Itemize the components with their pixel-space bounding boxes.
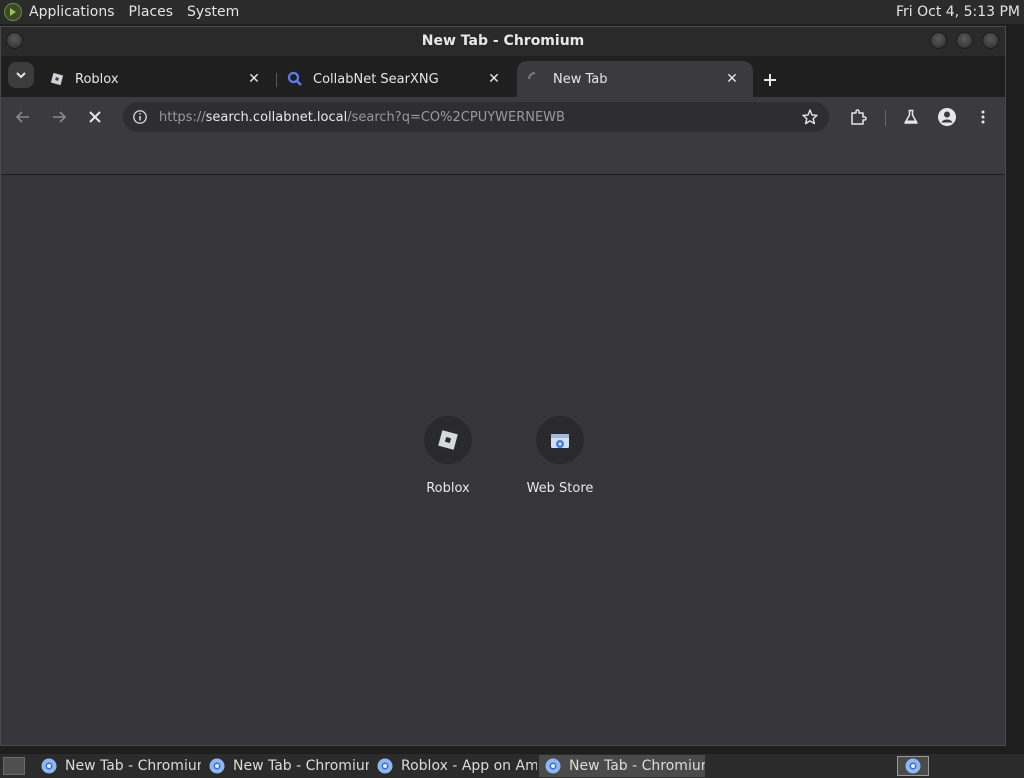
new-tab-page: Roblox Web Store	[1, 176, 1005, 745]
chromium-icon	[41, 758, 57, 774]
url-scheme: https://	[159, 109, 206, 125]
minimize-button[interactable]	[930, 32, 947, 49]
close-icon	[89, 111, 101, 123]
taskbar: New Tab - Chromium New Tab - Chromium Ro…	[0, 754, 1024, 778]
show-desktop-button[interactable]	[3, 757, 25, 775]
puzzle-icon	[851, 109, 867, 125]
toolbar-divider	[885, 110, 886, 126]
window-titlebar[interactable]: New Tab - Chromium	[1, 27, 1005, 56]
maximize-button[interactable]	[956, 32, 973, 49]
places-menu[interactable]: Places	[122, 0, 181, 24]
arrow-right-icon	[53, 111, 67, 123]
close-tab-icon[interactable]: ✕	[245, 70, 263, 88]
taskbar-item-label: New Tab - Chromium	[569, 758, 705, 774]
flask-icon	[904, 109, 918, 124]
system-menu[interactable]: System	[180, 0, 246, 24]
shortcut-label: Roblox	[426, 481, 470, 496]
extensions-button[interactable]	[846, 105, 870, 129]
taskbar-item[interactable]: Roblox - App on Am…	[371, 755, 537, 777]
arrow-left-icon	[15, 111, 29, 123]
taskbar-item-label: New Tab - Chromium	[65, 758, 201, 774]
shortcut-web-store[interactable]: Web Store	[512, 416, 608, 506]
bookmarks-bar	[1, 137, 1005, 175]
close-window-button[interactable]	[982, 32, 999, 49]
chromium-icon	[545, 758, 561, 774]
shortcut-label: Web Store	[526, 481, 594, 496]
tab-title: CollabNet SearXNG	[313, 71, 439, 87]
close-tab-icon[interactable]: ✕	[723, 70, 741, 88]
forward-button[interactable]	[47, 105, 71, 129]
close-tab-icon[interactable]: ✕	[485, 70, 503, 88]
tab-title: Roblox	[75, 71, 119, 87]
roblox-icon	[49, 71, 65, 87]
shortcut-tile	[424, 416, 472, 464]
applications-menu[interactable]: Applications	[22, 0, 122, 24]
taskbar-item-label: New Tab - Chromium	[233, 758, 369, 774]
chromium-icon	[905, 758, 921, 774]
plus-icon	[764, 74, 776, 86]
top-panel: Applications Places System Fri Oct 4, 5:…	[0, 0, 1024, 24]
chrome-labs-button[interactable]	[899, 105, 923, 129]
stop-loading-button[interactable]	[83, 105, 107, 129]
roblox-icon	[438, 430, 458, 450]
shortcut-tile	[536, 416, 584, 464]
main-menu-button[interactable]	[971, 105, 995, 129]
window-bottom-edge	[0, 746, 1024, 754]
shortcut-roblox[interactable]: Roblox	[400, 416, 496, 506]
tab-collabnet-searxng[interactable]: CollabNet SearXNG ✕	[277, 61, 515, 97]
chromium-icon	[209, 758, 225, 774]
tab-title: New Tab	[553, 71, 608, 87]
taskbar-item-active[interactable]: New Tab - Chromium	[539, 755, 705, 777]
browser-window: New Tab - Chromium Roblox ✕ CollabNet Se…	[0, 26, 1006, 746]
more-vert-icon	[981, 110, 985, 124]
clock[interactable]: Fri Oct 4, 5:13 PM	[896, 0, 1020, 24]
new-tab-button[interactable]	[759, 70, 781, 92]
taskbar-item-label: Roblox - App on Am…	[401, 758, 537, 774]
taskbar-item[interactable]: New Tab - Chromium	[35, 755, 201, 777]
window-menu-button[interactable]	[6, 32, 23, 49]
url-text[interactable]: https://search.collabnet.local/search?q=…	[159, 110, 565, 125]
url-path: /search?q=CO%2CPUYWERNEWB	[347, 109, 565, 125]
taskbar-item[interactable]: New Tab - Chromium	[203, 755, 369, 777]
workspace-switcher[interactable]	[897, 756, 929, 776]
loading-spinner-icon	[527, 71, 543, 87]
browser-toolbar: https://search.collabnet.local/search?q=…	[1, 97, 1005, 137]
tab-strip: Roblox ✕ CollabNet SearXNG ✕ New Tab ✕	[1, 56, 1005, 97]
web-store-icon	[551, 434, 569, 448]
chromium-icon	[377, 758, 393, 774]
back-button[interactable]	[11, 105, 35, 129]
tab-search-button[interactable]	[8, 62, 34, 88]
chevron-down-icon	[16, 72, 26, 79]
window-title: New Tab - Chromium	[421, 33, 585, 49]
info-icon[interactable]	[132, 109, 148, 125]
profile-button[interactable]	[935, 105, 959, 129]
address-bar[interactable]: https://search.collabnet.local/search?q=…	[123, 102, 829, 132]
tab-roblox[interactable]: Roblox ✕	[39, 61, 275, 97]
person-icon	[938, 108, 956, 126]
search-icon	[287, 71, 303, 87]
tab-new-tab-active[interactable]: New Tab ✕	[517, 61, 753, 97]
star-icon[interactable]	[801, 108, 819, 126]
distro-logo-icon[interactable]	[4, 3, 22, 21]
url-host: search.collabnet.local	[205, 109, 348, 125]
